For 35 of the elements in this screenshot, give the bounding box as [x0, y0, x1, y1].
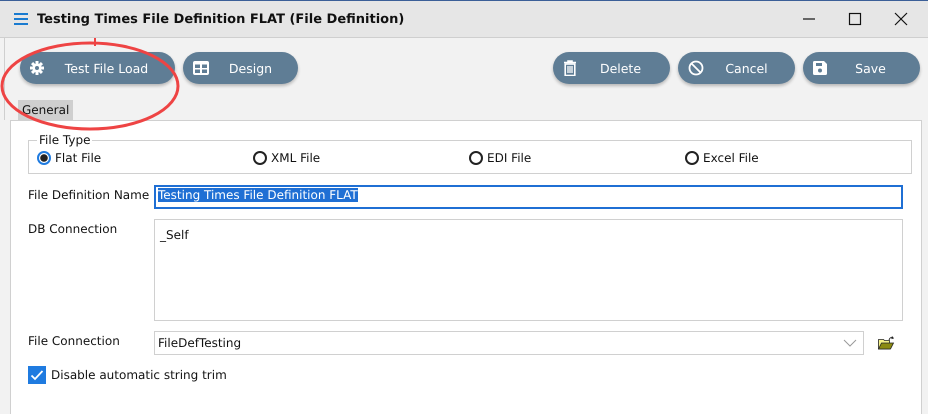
close-icon[interactable]: [894, 12, 908, 26]
annotation-mark: [94, 38, 97, 46]
folder-icon[interactable]: [878, 336, 895, 350]
radio-label: Excel File: [703, 151, 759, 165]
trash-icon: [563, 60, 577, 76]
toolbar-button[interactable]: Test File Load: [20, 52, 175, 84]
save-icon: [813, 61, 827, 75]
radio-button[interactable]: [469, 151, 483, 165]
field-label: DB Connection: [28, 221, 118, 236]
toolbar-button[interactable]: Delete: [553, 52, 670, 84]
tab[interactable]: General: [18, 100, 74, 120]
radio-label: Flat File: [55, 151, 102, 165]
field-label: File Connection: [28, 333, 121, 348]
radio-button[interactable]: [37, 151, 51, 165]
radio-button[interactable]: [253, 151, 267, 165]
text-area[interactable]: _Self: [154, 219, 903, 321]
field-label: File Definition Name: [28, 187, 150, 202]
checkbox[interactable]: [28, 366, 46, 384]
name-field[interactable]: Testing Times File Definition FLAT: [154, 185, 903, 209]
radio-label: XML File: [271, 151, 320, 165]
maximize-icon[interactable]: [848, 12, 862, 26]
window-title: Testing Times File Definition FLAT (File Definition): [37, 12, 404, 26]
gear-icon: [30, 61, 44, 75]
checkbox-label: Disable automatic string trim: [51, 368, 227, 382]
group-legend: File Type: [37, 133, 92, 147]
table-icon: [193, 61, 209, 75]
toolbar-button[interactable]: Cancel: [678, 52, 795, 84]
radio-button[interactable]: [685, 151, 699, 165]
app-logo-icon: [13, 13, 29, 25]
cancel-icon: [688, 60, 704, 76]
toolbar-button[interactable]: Design: [183, 52, 298, 84]
toolbar-button[interactable]: Save: [803, 52, 920, 84]
radio-label: EDI File: [487, 151, 532, 165]
dropdown[interactable]: FileDefTesting: [154, 331, 864, 355]
chevron-down-icon: [843, 339, 857, 347]
